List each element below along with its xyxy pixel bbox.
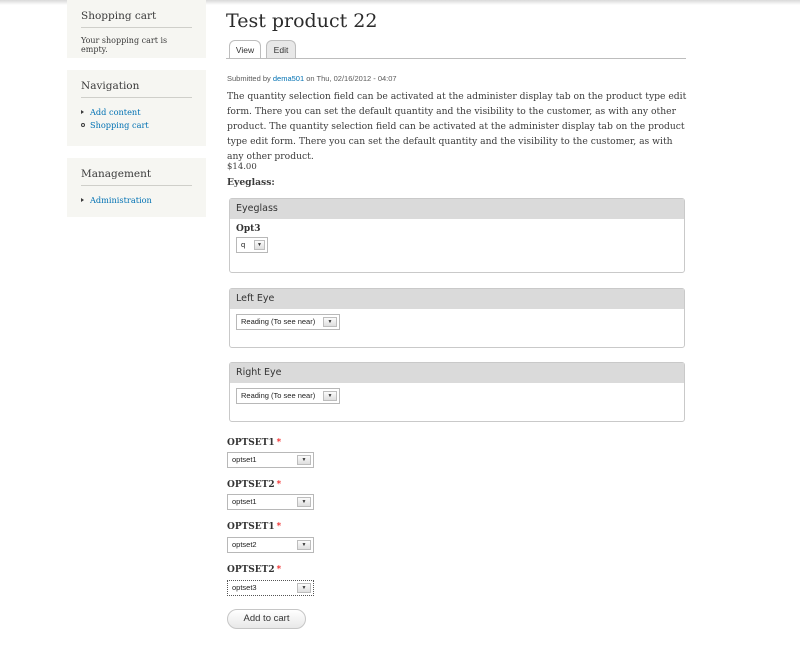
opt3-select-value: q xyxy=(241,240,246,249)
management-menu: Administration xyxy=(81,186,192,207)
shopping-cart-block-title: Shopping cart xyxy=(81,0,192,28)
required-marker: * xyxy=(276,480,282,490)
right-eye-fieldset: Right Eye Reading (To see near) ▼ xyxy=(229,362,685,422)
navigation-block-title: Navigation xyxy=(81,70,192,98)
nav-item-shopping-cart: Shopping cart xyxy=(81,119,192,132)
shopping-cart-block: Shopping cart Your shopping cart is empt… xyxy=(67,0,206,58)
optset-select-value: optset3 xyxy=(232,583,257,592)
navigation-block: Navigation Add content Shopping cart xyxy=(67,70,206,146)
optset-label-text: OPTSET2 xyxy=(227,565,275,575)
optset1-select[interactable]: optset1 ▼ xyxy=(227,452,314,468)
optset2-select-second[interactable]: optset3 ▼ xyxy=(227,580,314,596)
tabs-divider xyxy=(226,58,686,59)
management-block: Management Administration xyxy=(67,158,206,217)
submitted-prefix: Submitted by xyxy=(227,74,271,83)
add-content-link[interactable]: Add content xyxy=(90,107,140,117)
left-eye-fieldset: Left Eye Reading (To see near) ▼ xyxy=(229,288,685,348)
right-eye-select[interactable]: Reading (To see near) ▼ xyxy=(236,388,340,404)
right-eye-select-value: Reading (To see near) xyxy=(241,391,316,400)
left-eye-select[interactable]: Reading (To see near) ▼ xyxy=(236,314,340,330)
opt3-label: Opt3 xyxy=(236,224,261,234)
attribute-title: Eyeglass: xyxy=(227,177,275,188)
navigation-menu: Add content Shopping cart xyxy=(81,98,192,132)
shopping-cart-link[interactable]: Shopping cart xyxy=(90,120,149,130)
optset-select-value: optset2 xyxy=(232,540,257,549)
chevron-down-icon: ▼ xyxy=(323,317,337,327)
nav-item-add-content: Add content xyxy=(81,106,192,119)
product-description: The quantity selection field can be acti… xyxy=(227,91,687,162)
optset-label: OPTSET1 * xyxy=(227,522,281,532)
optset1-select-second[interactable]: optset2 ▼ xyxy=(227,537,314,553)
optset2-select[interactable]: optset1 ▼ xyxy=(227,494,314,510)
circle-bullet-icon xyxy=(81,123,85,127)
page-title: Test product 22 xyxy=(226,10,378,32)
nav-item-administration: Administration xyxy=(81,194,192,207)
optset-label: OPTSET2 * xyxy=(227,480,281,490)
submitted-info: Submitted by dema501 on Thu, 02/16/2012 … xyxy=(227,74,397,83)
optset-label-text: OPTSET1 xyxy=(227,438,275,448)
left-eye-legend: Left Eye xyxy=(230,289,684,309)
optset-label: OPTSET1 * xyxy=(227,438,281,448)
triangle-bullet-icon xyxy=(81,198,84,202)
chevron-down-icon: ▼ xyxy=(297,583,311,593)
opt3-select[interactable]: q ▼ xyxy=(236,237,268,253)
tab-view[interactable]: View xyxy=(229,40,261,59)
optset-select-value: optset1 xyxy=(232,455,257,464)
chevron-down-icon: ▼ xyxy=(323,391,337,401)
submitted-date: on Thu, 02/16/2012 - 04:07 xyxy=(306,74,397,83)
triangle-bullet-icon xyxy=(81,110,84,114)
product-price: $14.00 xyxy=(227,162,257,172)
tab-edit[interactable]: Edit xyxy=(266,40,296,59)
eyeglass-legend: Eyeglass xyxy=(230,199,684,219)
optset-select-value: optset1 xyxy=(232,497,257,506)
chevron-down-icon: ▼ xyxy=(297,497,311,507)
required-marker: * xyxy=(276,438,282,448)
administration-link[interactable]: Administration xyxy=(90,195,152,205)
author-link[interactable]: dema501 xyxy=(273,74,304,83)
chevron-down-icon: ▼ xyxy=(297,540,311,550)
optset-label-text: OPTSET1 xyxy=(227,522,275,532)
management-block-title: Management xyxy=(81,158,192,186)
required-marker: * xyxy=(276,522,282,532)
left-eye-select-value: Reading (To see near) xyxy=(241,317,316,326)
eyeglass-fieldset: Eyeglass Opt3 q ▼ xyxy=(229,198,685,273)
required-marker: * xyxy=(276,565,282,575)
chevron-down-icon: ▼ xyxy=(297,455,311,465)
right-eye-legend: Right Eye xyxy=(230,363,684,383)
chevron-down-icon: ▼ xyxy=(254,240,265,250)
optset-label: OPTSET2 * xyxy=(227,565,281,575)
add-to-cart-button[interactable]: Add to cart xyxy=(227,609,306,629)
optset-label-text: OPTSET2 xyxy=(227,480,275,490)
shopping-cart-empty-text: Your shopping cart is empty. xyxy=(81,36,168,54)
